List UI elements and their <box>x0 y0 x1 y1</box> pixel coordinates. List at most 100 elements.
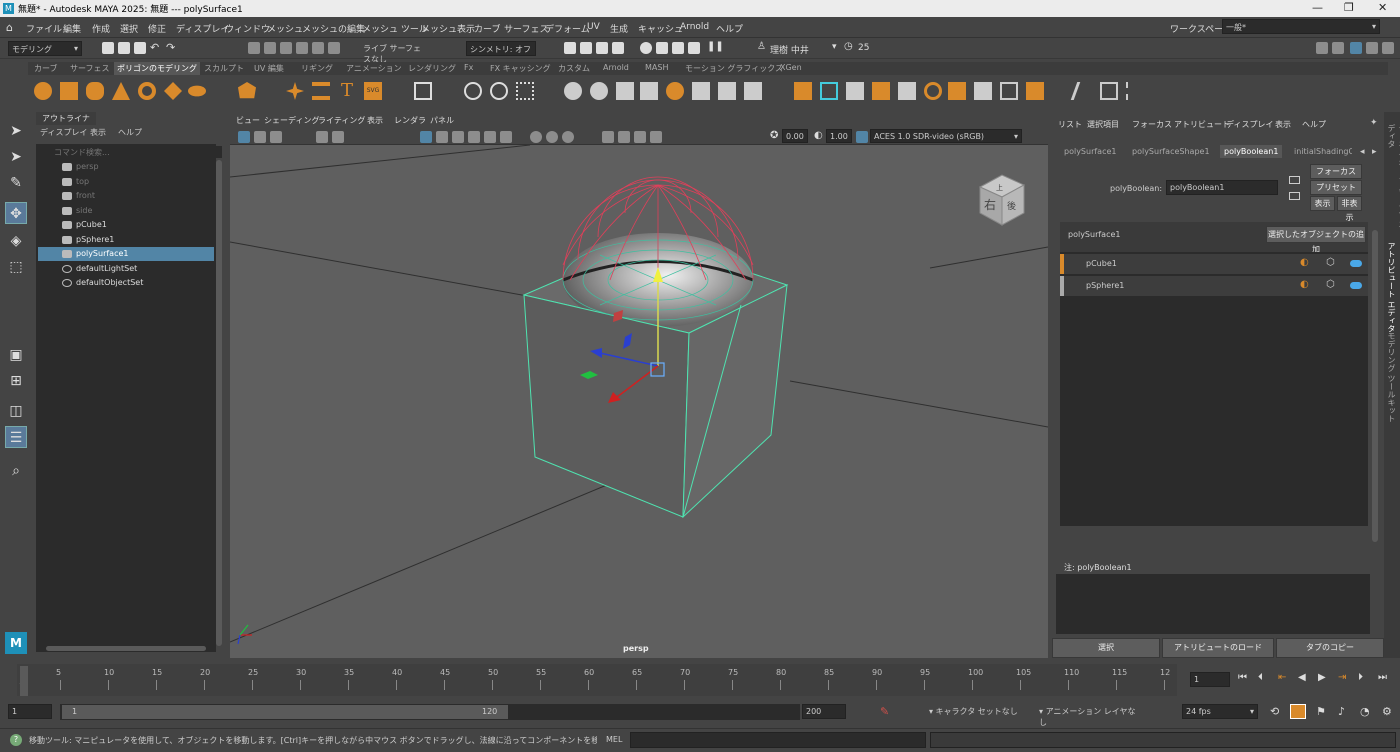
menu-mesh-display[interactable]: メッシュ表示 <box>421 22 475 35</box>
view-cube[interactable]: 右 後 上 <box>978 174 1026 226</box>
poly-cone-icon[interactable] <box>112 82 130 100</box>
svg-icon[interactable]: SVG <box>364 82 382 100</box>
viewport-menu-view[interactable]: ビュー <box>236 115 260 126</box>
boolean-input-row[interactable]: pSphere1 ◐ ⬡ <box>1060 276 1368 296</box>
menu-mesh-tools[interactable]: メッシュ ツール <box>362 22 428 35</box>
go-to-start-icon[interactable]: ⏮ <box>1238 672 1247 683</box>
smooth-shade-icon[interactable] <box>436 131 448 143</box>
sound-icon[interactable]: ♪ <box>1338 705 1345 718</box>
tool-settings-toggle-icon[interactable] <box>1366 42 1378 54</box>
arnold-scene-icon[interactable] <box>688 42 700 54</box>
attr-menu-display[interactable]: ディスプレイ <box>1226 119 1273 130</box>
channel-box-toggle-icon[interactable] <box>1316 42 1328 54</box>
outliner-horizontal-scrollbar[interactable] <box>46 646 206 651</box>
tab-scroll-left-icon[interactable]: ◂ <box>1360 147 1365 157</box>
exposure-field[interactable]: 0.00 <box>782 129 808 143</box>
attr-menu-list[interactable]: リスト <box>1058 119 1082 130</box>
play-forwards-icon[interactable]: ▶ <box>1318 672 1326 683</box>
shelf-tab-sculpt[interactable]: スカルプト <box>204 63 244 74</box>
extract-icon[interactable] <box>718 82 736 100</box>
arnold-render-icon[interactable] <box>656 42 668 54</box>
isolate-select-icon[interactable] <box>602 131 614 143</box>
display-mode-icon[interactable]: ⬡ <box>1326 279 1335 290</box>
visibility-toggle[interactable] <box>1350 282 1362 289</box>
close-button[interactable]: ✕ <box>1378 1 1387 14</box>
xray-icon[interactable] <box>618 131 630 143</box>
notes-field[interactable] <box>1056 574 1370 634</box>
attr-tab-polysurfaceshape1[interactable]: polySurfaceShape1 <box>1128 145 1214 158</box>
open-scene-icon[interactable] <box>118 42 130 54</box>
new-scene-icon[interactable] <box>102 42 114 54</box>
side-tab-channel-box[interactable]: チャネル ボックス/レイヤ エディタ <box>1386 124 1400 234</box>
time-slider-track[interactable]: 1510152025303540455055606570758085909510… <box>17 664 1177 696</box>
menu-edit[interactable]: 編集 <box>63 22 81 35</box>
motion-blur-icon[interactable] <box>546 131 558 143</box>
outliner-item[interactable]: polySurface1 <box>38 247 214 261</box>
workspace-dropdown[interactable]: 一般* ▾ <box>1222 19 1380 34</box>
shelf-tab-surfaces[interactable]: サーフェス <box>70 63 110 74</box>
merge-icon[interactable] <box>1026 82 1044 100</box>
poly-plane-icon[interactable] <box>164 82 182 100</box>
outliner-menu-show[interactable]: 表示 <box>90 127 106 138</box>
poly-disc-icon[interactable] <box>188 85 206 97</box>
save-scene-icon[interactable] <box>134 42 146 54</box>
outliner-search-input[interactable] <box>38 146 222 158</box>
gamma-field[interactable]: 1.00 <box>826 129 852 143</box>
menu-cache[interactable]: キャッシュ <box>638 22 683 35</box>
select-button[interactable]: 選択 <box>1052 638 1160 658</box>
anti-aliasing-icon[interactable] <box>562 131 574 143</box>
select-by-object-icon[interactable] <box>264 42 276 54</box>
step-forward-frame-icon[interactable]: ⏵ <box>1358 672 1363 683</box>
color-management-icon[interactable] <box>856 131 868 143</box>
outliner-item[interactable]: defaultObjectSet <box>38 276 214 290</box>
maximize-button[interactable]: ❐ <box>1344 1 1354 14</box>
home-icon[interactable]: ⌂ <box>6 21 13 34</box>
modeling-toolkit-toggle-icon[interactable] <box>1332 42 1344 54</box>
menu-edit-mesh[interactable]: メッシュの編集 <box>302 22 365 35</box>
viewport-menu-renderer[interactable]: レンダラ <box>394 115 426 126</box>
reduce-icon[interactable] <box>692 82 710 100</box>
attr-menu-attributes[interactable]: アトリビュート <box>1174 119 1230 130</box>
single-pane-layout-icon[interactable]: ▣ <box>5 344 27 366</box>
sweep-mesh-icon[interactable] <box>312 82 330 100</box>
boolean-difference-icon[interactable] <box>590 82 608 100</box>
render-ipr-icon[interactable] <box>580 42 592 54</box>
live-surface-field[interactable]: ライブ サーフェスなし <box>360 41 432 64</box>
character-set-dropdown[interactable]: ▾ キャラクタ セットなし <box>926 704 1026 719</box>
outliner-vertical-scrollbar[interactable] <box>216 160 222 646</box>
menu-deform[interactable]: デフォーム <box>545 22 590 35</box>
menu-arnold[interactable]: Arnold <box>680 22 709 32</box>
attr-tab-polysurface1[interactable]: polySurface1 <box>1060 145 1121 158</box>
detach-icon[interactable] <box>948 82 966 100</box>
menu-select[interactable]: 選択 <box>120 22 138 35</box>
textured-icon[interactable] <box>468 131 480 143</box>
render-icon[interactable] <box>564 42 576 54</box>
render-settings-icon[interactable] <box>596 42 608 54</box>
film-gate-icon[interactable] <box>316 131 328 143</box>
snap-point-icon[interactable] <box>328 42 340 54</box>
uv-cut-icon[interactable] <box>1126 82 1144 100</box>
circularize-icon[interactable] <box>974 82 992 100</box>
mirror-icon[interactable] <box>640 82 658 100</box>
menu-window[interactable]: ウィンドウ <box>225 22 270 35</box>
focus-button[interactable]: フォーカス <box>1310 164 1362 179</box>
attr-tab-initialshadinggroup[interactable]: initialShadingGro <box>1290 145 1352 158</box>
extrude-icon[interactable] <box>794 82 812 100</box>
side-tab-modeling-toolkit[interactable]: モデリング ツールキット <box>1386 332 1397 423</box>
uv-editor-icon[interactable] <box>1100 82 1118 100</box>
shelf-tab-fx-caching[interactable]: FX キャッシング <box>490 63 551 74</box>
arnold-ipr-icon[interactable] <box>672 42 684 54</box>
menu-generate[interactable]: 生成 <box>610 22 628 35</box>
shelf-tab-curves[interactable]: カーブ <box>34 63 58 74</box>
auto-key-icon[interactable]: ✎ <box>880 705 889 718</box>
poly-cube-icon[interactable] <box>60 82 78 100</box>
menu-surfaces[interactable]: サーフェス <box>504 22 548 35</box>
menu-modify[interactable]: 修正 <box>148 22 166 35</box>
fill-hole-icon[interactable] <box>666 82 684 100</box>
poly-count-icon[interactable] <box>414 82 432 100</box>
hypershade-icon[interactable] <box>612 42 624 54</box>
xray-components-icon[interactable] <box>650 131 662 143</box>
outliner-layout-icon[interactable]: ☰ <box>5 426 27 448</box>
poly-sphere-icon[interactable] <box>34 82 52 100</box>
shelf-tab-xgen[interactable]: XGen <box>780 63 802 72</box>
